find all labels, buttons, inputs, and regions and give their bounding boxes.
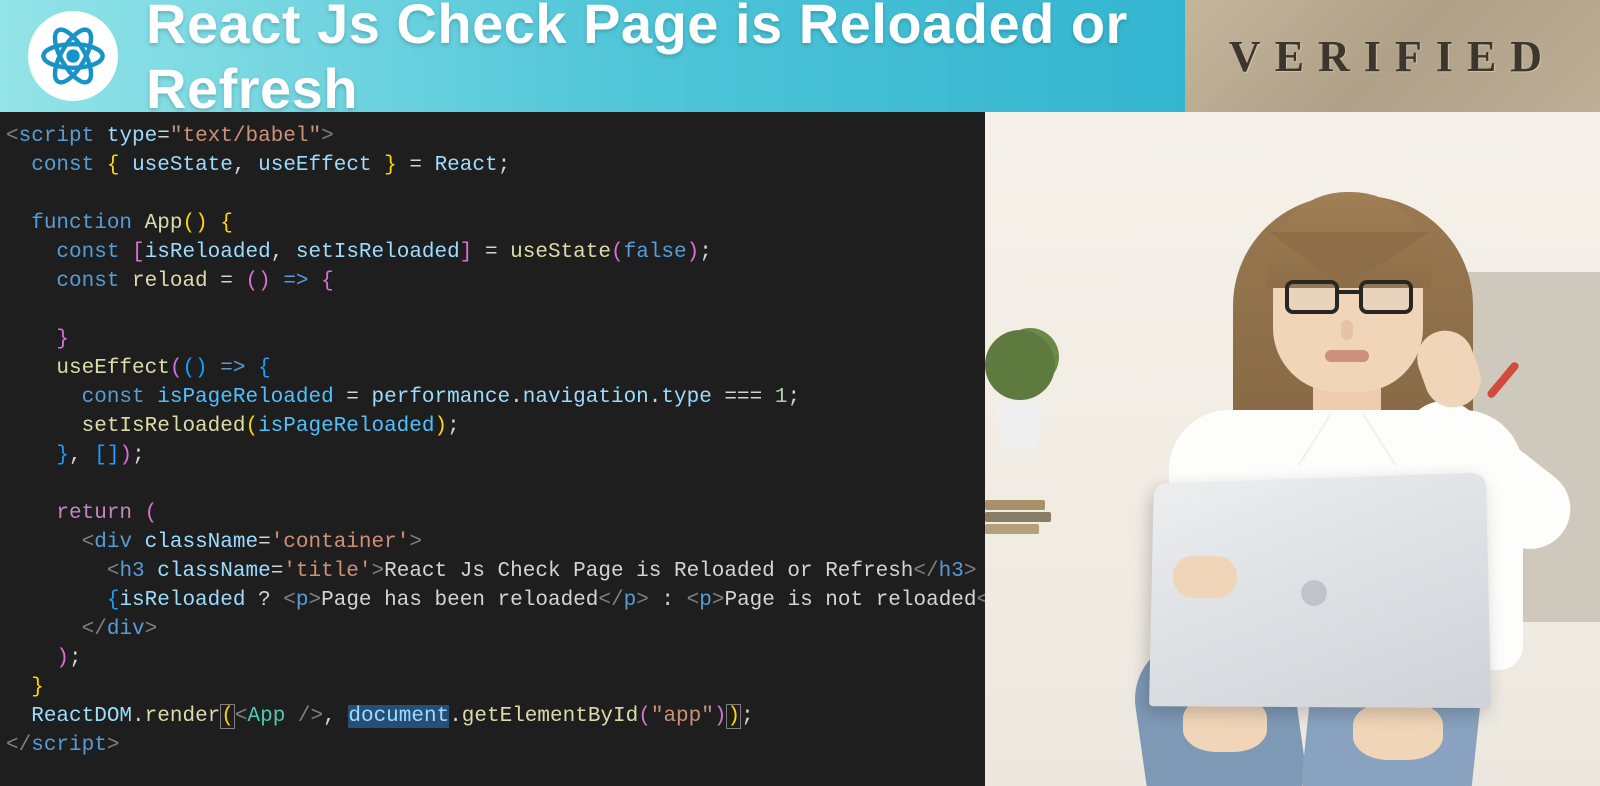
content-row: <script type="text/babel"> const { useSt…: [0, 112, 1600, 786]
page-header: React Js Check Page is Reloaded or Refre…: [0, 0, 1600, 112]
woman-with-laptop: [1073, 136, 1593, 786]
plant-decor: [985, 330, 1063, 450]
code-editor[interactable]: <script type="text/babel"> const { useSt…: [0, 112, 985, 786]
books-decor: [985, 500, 1053, 540]
verified-badge: VERIFIED: [1185, 0, 1600, 112]
react-logo: [28, 11, 118, 101]
page-title: React Js Check Page is Reloaded or Refre…: [146, 0, 1185, 121]
react-atom-icon: [36, 19, 110, 93]
hero-photo: [985, 112, 1600, 786]
